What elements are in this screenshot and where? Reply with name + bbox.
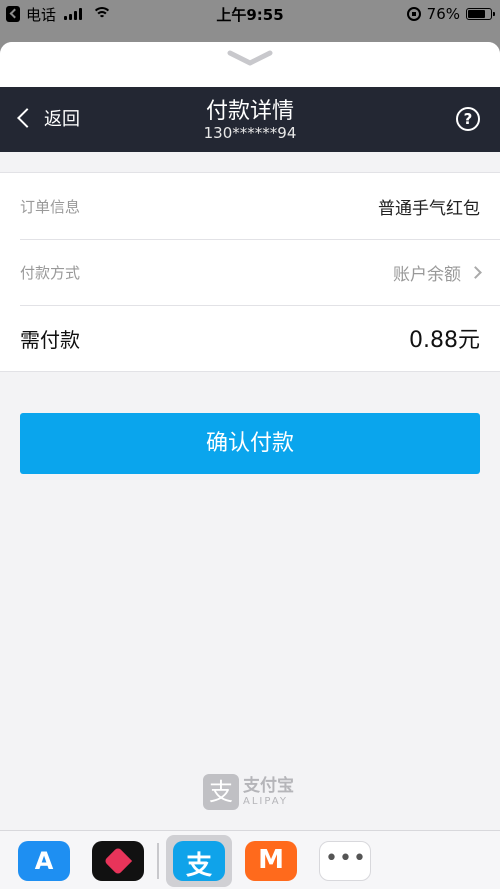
health-icon[interactable]: [92, 841, 144, 881]
alipay-wordmark: 支付宝 ALIPAY: [243, 775, 294, 808]
mgtv-glyph: M: [258, 845, 284, 875]
more-glyph: •••: [325, 846, 367, 871]
battery-icon: [466, 8, 495, 20]
navbar: 返回 付款详情 130******94 ?: [0, 87, 500, 152]
alipay-logo: 支 支付宝 ALIPAY: [203, 774, 294, 810]
app-store-glyph: A: [34, 847, 54, 875]
status-bar: 电话 上午9:55 76%: [0, 0, 500, 30]
account-number: 130******94: [203, 124, 297, 142]
payment-method-value-wrap[interactable]: 账户余额: [393, 260, 482, 285]
payment-details: 订单信息 普通手气红包 付款方式 账户余额 需付款 0.88元: [0, 172, 500, 372]
app-store-icon[interactable]: A: [18, 841, 70, 881]
page-title: 付款详情: [205, 99, 294, 124]
amount-due-label: 需付款: [20, 327, 80, 352]
payment-method-value: 账户余额: [393, 264, 461, 285]
help-icon[interactable]: ?: [456, 107, 480, 131]
order-info-row: 订单信息 普通手气红包: [0, 173, 500, 239]
battery-percent: 76%: [426, 5, 460, 23]
app-tray: A 支 M •••: [0, 830, 500, 889]
amount-due-value: 0.88元: [409, 328, 480, 353]
rotation-lock-icon: [406, 7, 421, 21]
alipay-mark-icon: 支: [203, 774, 239, 810]
mgtv-icon[interactable]: M: [245, 841, 297, 881]
confirm-payment-button[interactable]: 确认付款: [20, 413, 480, 474]
status-right: 76%: [406, 4, 495, 24]
heart-shape: [103, 846, 133, 876]
payment-sheet: 返回 付款详情 130******94 ? 订单信息 普通手气红包 付款方式 账…: [0, 42, 500, 830]
order-info-value: 普通手气红包: [378, 198, 480, 219]
more-icon[interactable]: •••: [319, 841, 371, 881]
sheet-grabber[interactable]: [0, 42, 500, 87]
alipay-icon[interactable]: 支: [173, 841, 225, 881]
order-info-label: 订单信息: [20, 197, 81, 216]
alipay-logo-cn: 支付宝: [243, 775, 294, 796]
alipay-glyph: 支: [185, 851, 212, 881]
payment-method-row[interactable]: 付款方式 账户余额: [0, 239, 500, 305]
chevron-right-icon: [469, 265, 482, 279]
payment-method-label: 付款方式: [20, 263, 81, 282]
alipay-logo-en: ALIPAY: [243, 795, 288, 807]
chevron-down-icon[interactable]: [226, 50, 274, 66]
amount-due-row: 需付款 0.88元: [0, 305, 500, 371]
tray-divider: [157, 843, 159, 879]
